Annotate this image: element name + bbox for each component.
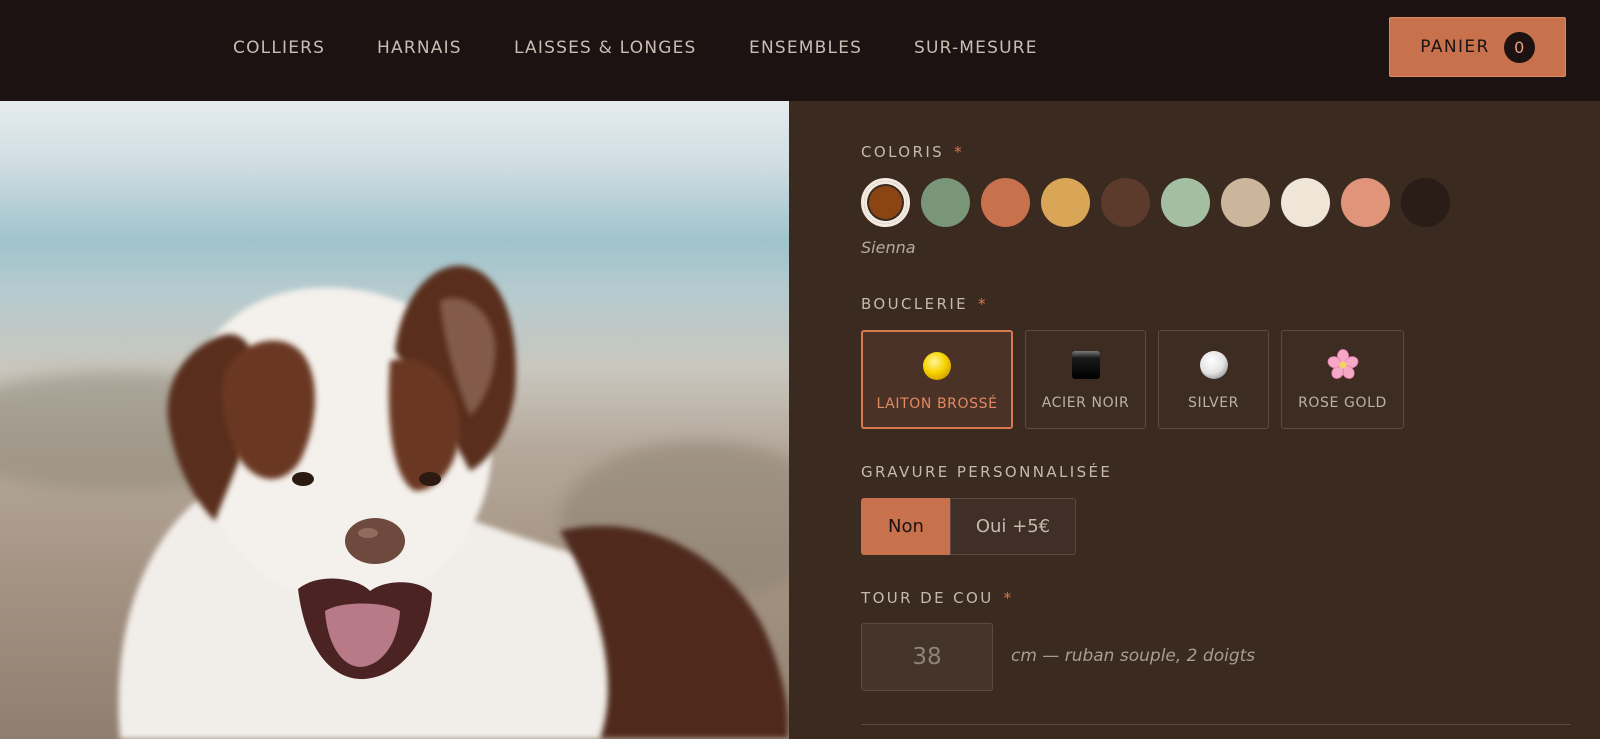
- black-square-icon: [1070, 349, 1102, 381]
- color-swatch[interactable]: [981, 178, 1030, 227]
- product-photo: [0, 101, 789, 739]
- neck-size-label-text: TOUR DE COU: [861, 589, 994, 607]
- color-swatch[interactable]: [1281, 178, 1330, 227]
- color-swatch[interactable]: [1101, 178, 1150, 227]
- buckle-option-laiton-brosse[interactable]: LAITON BROSSÉ: [861, 330, 1013, 429]
- nav-colliers[interactable]: COLLIERS: [233, 38, 325, 58]
- buckle-label-text: BOUCLERIE: [861, 295, 969, 313]
- color-swatch[interactable]: [1401, 178, 1450, 227]
- buckle-option-silver[interactable]: SILVER: [1158, 330, 1269, 429]
- yellow-circle-icon: [921, 350, 953, 382]
- engraving-no-button[interactable]: Non: [861, 498, 951, 555]
- buckle-option-rose-gold[interactable]: ROSE GOLD: [1281, 330, 1404, 429]
- nav-laisses-longes[interactable]: LAISSES & LONGES: [514, 38, 697, 58]
- cart-button[interactable]: PANIER 0: [1389, 17, 1566, 77]
- engraving-yes-button[interactable]: Oui +5€: [950, 498, 1076, 555]
- required-mark: *: [954, 143, 964, 161]
- color-swatch[interactable]: [1221, 178, 1270, 227]
- color-label: COLORIS *: [861, 143, 964, 161]
- color-swatch[interactable]: [921, 178, 970, 227]
- buckle-option-label: ACIER NOIR: [1041, 395, 1130, 411]
- dog-illustration: [0, 265, 789, 739]
- buckle-label: BOUCLERIE *: [861, 295, 988, 313]
- cart-count-badge: 0: [1503, 31, 1535, 63]
- color-swatch[interactable]: [1341, 178, 1390, 227]
- cart-label: PANIER: [1420, 37, 1490, 57]
- engraving-label: GRAVURE PERSONNALISÉE: [861, 463, 1113, 481]
- buckle-option-label: LAITON BROSSÉ: [876, 396, 998, 412]
- buckle-option-label: ROSE GOLD: [1298, 395, 1387, 411]
- buckle-option-acier-noir[interactable]: ACIER NOIR: [1025, 330, 1146, 429]
- required-mark: *: [1003, 589, 1014, 607]
- nav-harnais[interactable]: HARNAIS: [377, 38, 462, 58]
- neck-size-input[interactable]: [861, 623, 993, 691]
- color-swatch[interactable]: [861, 178, 910, 227]
- required-mark: *: [978, 295, 988, 313]
- selected-color-name: Sienna: [861, 238, 916, 257]
- color-label-text: COLORIS: [861, 143, 945, 161]
- nav-sur-mesure[interactable]: SUR-MESURE: [914, 38, 1038, 58]
- white-circle-icon: [1198, 349, 1230, 381]
- buckle-option-label: SILVER: [1187, 395, 1240, 411]
- neck-size-label: TOUR DE COU *: [861, 589, 1014, 607]
- neck-size-hint: cm — ruban souple, 2 doigts: [1011, 646, 1256, 666]
- color-swatch[interactable]: [1041, 178, 1090, 227]
- color-swatch[interactable]: [1161, 178, 1210, 227]
- cherry-blossom-icon: [1327, 349, 1359, 381]
- nav-ensembles[interactable]: ENSEMBLES: [749, 38, 862, 58]
- divider: [861, 724, 1571, 725]
